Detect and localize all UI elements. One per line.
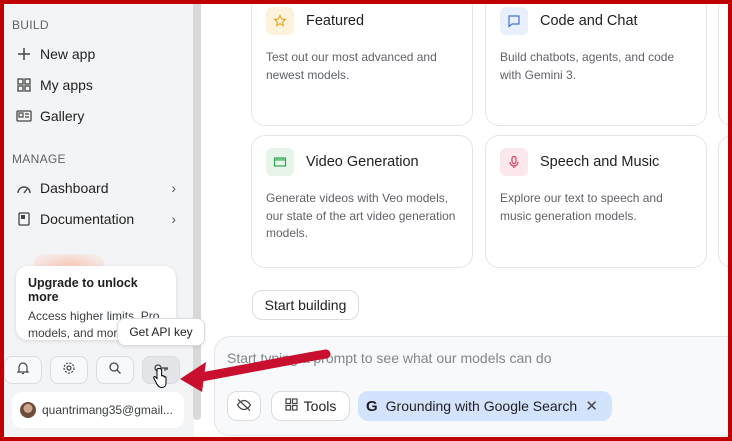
tools-label: Tools (303, 398, 337, 414)
documentation-icon (16, 211, 32, 227)
card-title: Featured (306, 13, 365, 29)
star-icon (266, 7, 294, 35)
sidebar-item-my-apps[interactable]: My apps (16, 74, 176, 96)
sidebar-item-gallery[interactable]: Gallery (16, 105, 176, 127)
tools-grid-icon (285, 398, 298, 414)
plus-icon (16, 46, 32, 62)
video-icon (266, 148, 294, 176)
card-title: Speech and Music (540, 154, 660, 170)
avatar (20, 402, 36, 418)
microphone-icon (500, 148, 528, 176)
card-speech-and-music[interactable]: Speech and Music Explore our text to spe… (485, 135, 707, 268)
search-icon (108, 361, 122, 380)
card-partial[interactable] (718, 0, 732, 126)
card-title: Code and Chat (540, 13, 638, 29)
sidebar-item-label: Gallery (40, 108, 85, 124)
sidebar-scrollbar[interactable] (193, 0, 201, 420)
prompt-input[interactable]: Start typing a prompt to see what our mo… (227, 350, 552, 366)
account-email: quantrimang35@gmail... (42, 403, 173, 417)
card-video-generation[interactable]: Video Generation Generate videos with Ve… (251, 135, 473, 268)
manage-section-label: MANAGE (12, 152, 66, 166)
gear-icon (62, 361, 76, 380)
sidebar-item-new-app[interactable]: New app (16, 43, 176, 65)
card-partial[interactable] (718, 135, 732, 268)
get-api-key-tooltip: Get API key (117, 318, 205, 346)
card-desc: Test out our most advanced and newest mo… (266, 50, 437, 82)
eye-off-icon (236, 398, 252, 415)
card-title: Video Generation (306, 154, 419, 170)
google-g-icon: G (366, 397, 378, 415)
sidebar-item-label: Dashboard (40, 180, 109, 196)
apps-grid-icon (16, 77, 32, 93)
bell-icon (16, 361, 30, 380)
sidebar-item-label: My apps (40, 77, 93, 93)
card-desc: Build chatbots, agents, and code with Ge… (500, 50, 675, 82)
grounding-label: Grounding with Google Search (385, 398, 578, 414)
gallery-icon (16, 108, 32, 124)
card-desc: Explore our text to speech and music gen… (500, 191, 663, 223)
dashboard-icon (16, 180, 32, 196)
sidebar-item-label: New app (40, 46, 96, 62)
account-switcher[interactable]: quantrimang35@gmail... (12, 392, 184, 428)
hand-cursor-icon (152, 368, 168, 395)
upgrade-title: Upgrade to unlock more (28, 276, 138, 304)
sidebar-item-dashboard[interactable]: Dashboard › (16, 177, 176, 199)
notifications-button[interactable] (4, 356, 42, 384)
chevron-right-icon: › (171, 211, 176, 227)
sidebar-item-label: Documentation (40, 211, 135, 227)
chevron-right-icon: › (171, 180, 176, 196)
close-icon[interactable]: ✕ (585, 397, 598, 415)
search-button[interactable] (96, 356, 134, 384)
card-code-and-chat[interactable]: Code and Chat Build chatbots, agents, an… (485, 0, 707, 126)
grounding-chip[interactable]: G Grounding with Google Search ✕ (358, 391, 612, 421)
chat-icon (500, 7, 528, 35)
visibility-toggle-button[interactable] (227, 391, 261, 421)
start-building-button[interactable]: Start building (252, 290, 359, 320)
settings-button[interactable] (50, 356, 88, 384)
card-desc: Generate videos with Veo models, our sta… (266, 191, 456, 240)
build-section-label: BUILD (12, 18, 49, 32)
sidebar-item-documentation[interactable]: Documentation › (16, 208, 176, 230)
tools-button[interactable]: Tools (271, 391, 350, 421)
card-featured[interactable]: Featured Test out our most advanced and … (251, 0, 473, 126)
